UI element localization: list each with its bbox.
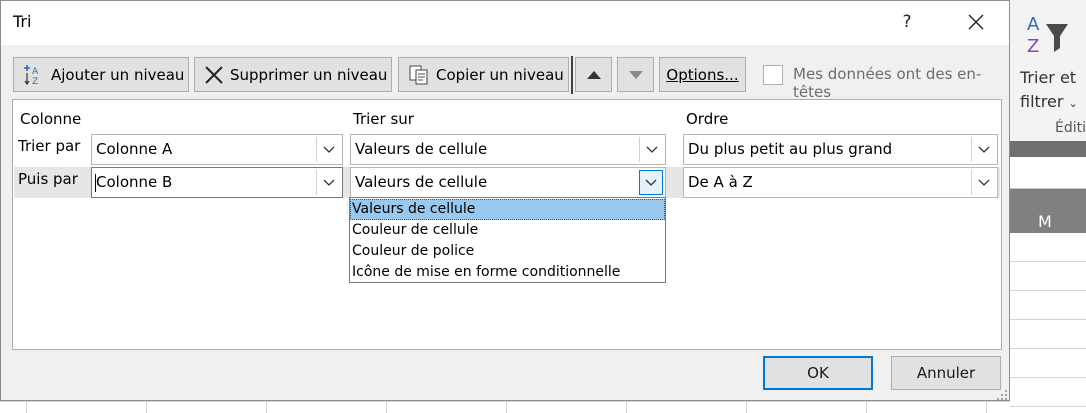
column-header-ordre: Ordre [686,110,729,128]
column-header-label: M [1038,212,1052,231]
close-icon[interactable] [959,5,993,39]
sort-dialog: Tri ? A Z Ajouter un niveau Supprimer un… [0,0,1010,401]
sort-on-select-1[interactable]: Valeurs de cellule [350,134,666,165]
dropdown-option-conditional-icon[interactable]: Icône de mise en forme conditionnelle [350,262,665,283]
ribbon-bottom-bar [1010,141,1086,157]
sort-filter-line2: filtrer ⌄ [1020,92,1078,111]
move-up-button[interactable] [575,57,612,92]
add-level-button[interactable]: A Z Ajouter un niveau [13,57,189,92]
add-level-label: Ajouter un niveau [51,65,185,84]
row-label-puis-par: Puis par [18,170,78,188]
text-caret [95,174,96,192]
column-header-colonne: Colonne [20,110,82,128]
sort-filter-line1: Trier et [1020,68,1077,87]
column-select-2-value: Colonne B [96,173,173,191]
order-select-2[interactable]: De A à Z [683,167,998,198]
add-level-icon: A Z [23,64,45,86]
grid-line [866,401,867,413]
chevron-down-icon[interactable] [639,137,663,162]
grid-line [746,401,747,413]
order-select-2-value: De A à Z [688,173,753,191]
grid-line [266,401,267,413]
delete-icon [204,65,224,85]
resize-grip-icon[interactable] [996,389,1008,401]
options-label: Options... [666,65,739,84]
worksheet-bottom-strip [0,401,1010,413]
sort-on-select-2[interactable]: Valeurs de cellule [350,167,666,198]
dialog-title: Tri [13,12,32,31]
cancel-button[interactable]: Annuler [891,356,1001,390]
order-select-1-value: Du plus petit au plus grand [688,140,893,158]
sort-filter-button[interactable]: Trier et filtrer ⌄ [1014,66,1086,116]
headers-checkbox[interactable] [763,65,783,85]
ok-button[interactable]: OK [763,356,873,390]
grid-line [626,401,627,413]
toolbar-separator [571,56,573,94]
worksheet-grid[interactable] [1010,233,1086,413]
grid-line [386,401,387,413]
sort-on-select-1-value: Valeurs de cellule [355,140,488,158]
formula-bar [1010,157,1086,189]
arrow-up-icon [586,70,601,79]
dropdown-option-cell-color[interactable]: Couleur de cellule [350,220,665,241]
column-select-1[interactable]: Colonne A [91,134,343,165]
move-down-button[interactable] [617,57,654,92]
svg-text:Z: Z [1027,36,1039,57]
dropdown-option-cell-values[interactable]: Valeurs de cellule [350,199,665,220]
grid-line [26,401,27,413]
delete-level-label: Supprimer un niveau [230,65,388,84]
delete-level-button[interactable]: Supprimer un niveau [194,57,392,92]
chevron-down-icon[interactable] [971,170,995,195]
grid-line [146,401,147,413]
copy-level-button[interactable]: Copier un niveau [398,57,569,92]
grid-line [506,401,507,413]
column-header-trier-sur: Trier sur [353,110,414,128]
ribbon-group-label: Éditi [1055,120,1086,136]
chevron-down-icon[interactable] [316,170,340,195]
column-select-2[interactable]: Colonne B [91,167,343,198]
dropdown-option-font-color[interactable]: Couleur de police [350,241,665,262]
svg-text:A: A [1027,14,1040,35]
chevron-down-icon: ⌄ [1068,97,1078,110]
sort-on-dropdown-list: Valeurs de cellule Couleur de cellule Co… [349,197,666,283]
sort-filter-icon[interactable]: A Z [1024,10,1074,58]
chevron-down-icon[interactable] [639,170,663,195]
chevron-down-icon[interactable] [971,137,995,162]
row-label-trier-par: Trier par [18,137,81,155]
copy-icon [408,64,430,86]
column-select-1-value: Colonne A [96,140,173,158]
dialog-titlebar: Tri ? [1,1,1009,45]
chevron-down-icon[interactable] [316,137,340,162]
svg-text:A: A [32,67,39,77]
order-select-1[interactable]: Du plus petit au plus grand [683,134,998,165]
help-button[interactable]: ? [891,5,923,39]
grid-line [986,401,987,413]
sort-on-select-2-value: Valeurs de cellule [355,173,488,191]
copy-level-label: Copier un niveau [436,65,564,84]
arrow-down-icon [628,70,643,79]
options-button[interactable]: Options... [659,57,746,92]
headers-checkbox-label[interactable]: Mes données ont des en-têtes [793,65,1009,101]
svg-text:Z: Z [32,77,38,86]
